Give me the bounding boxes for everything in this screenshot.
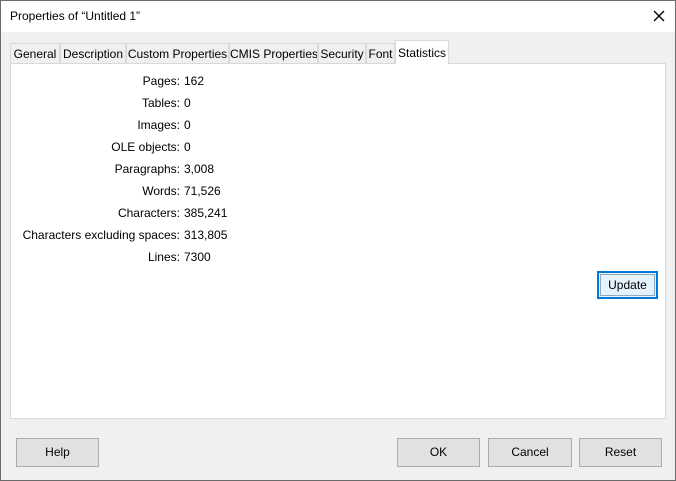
stat-label: Lines: bbox=[147, 250, 180, 264]
stat-label: Pages: bbox=[142, 74, 180, 88]
stat-label: Images: bbox=[137, 118, 180, 132]
tab-general[interactable]: General bbox=[10, 43, 60, 63]
stat-label: OLE objects: bbox=[111, 140, 180, 154]
statistics-panel: Pages: 162 Tables: 0 Images: 0 OLE objec… bbox=[10, 63, 666, 419]
stat-row-pages: Pages: 162 bbox=[11, 74, 311, 90]
tab-strip: General Description Custom Properties CM… bbox=[10, 40, 666, 64]
stat-row-characters-excluding-spaces: Characters excluding spaces: 313,805 bbox=[11, 228, 311, 244]
tab-cmis-properties[interactable]: CMIS Properties bbox=[229, 43, 318, 63]
title-bar: Properties of “Untitled 1” bbox=[1, 1, 675, 32]
help-button[interactable]: Help bbox=[16, 438, 99, 467]
stat-label: Paragraphs: bbox=[114, 162, 180, 176]
stat-row-images: Images: 0 bbox=[11, 118, 311, 134]
stat-label: Characters excluding spaces: bbox=[22, 228, 180, 242]
stat-value: 385,241 bbox=[184, 206, 228, 220]
stat-value: 0 bbox=[184, 140, 191, 154]
properties-dialog: Properties of “Untitled 1” General Descr… bbox=[0, 0, 676, 481]
stat-row-ole-objects: OLE objects: 0 bbox=[11, 140, 311, 156]
close-icon[interactable] bbox=[651, 8, 667, 24]
stat-value: 3,008 bbox=[184, 162, 215, 176]
stat-row-lines: Lines: 7300 bbox=[11, 250, 311, 266]
tab-description[interactable]: Description bbox=[60, 43, 126, 63]
cancel-button[interactable]: Cancel bbox=[488, 438, 572, 467]
window-title: Properties of “Untitled 1” bbox=[10, 9, 141, 23]
stat-value: 0 bbox=[184, 118, 191, 132]
stat-value: 7300 bbox=[184, 250, 211, 264]
tab-font[interactable]: Font bbox=[366, 43, 395, 63]
tab-security[interactable]: Security bbox=[318, 43, 366, 63]
stat-value: 71,526 bbox=[184, 184, 221, 198]
stat-row-tables: Tables: 0 bbox=[11, 96, 311, 112]
stat-value: 162 bbox=[184, 74, 205, 88]
stat-row-characters: Characters: 385,241 bbox=[11, 206, 311, 222]
stat-label: Characters: bbox=[117, 206, 180, 220]
reset-button[interactable]: Reset bbox=[579, 438, 662, 467]
stat-value: 0 bbox=[184, 96, 191, 110]
ok-button[interactable]: OK bbox=[397, 438, 480, 467]
tab-custom-properties[interactable]: Custom Properties bbox=[126, 43, 229, 63]
stat-label: Words: bbox=[142, 184, 180, 198]
update-button[interactable]: Update bbox=[597, 271, 658, 299]
stat-label: Tables: bbox=[141, 96, 180, 110]
stat-row-paragraphs: Paragraphs: 3,008 bbox=[11, 162, 311, 178]
stat-row-words: Words: 71,526 bbox=[11, 184, 311, 200]
tab-statistics[interactable]: Statistics bbox=[395, 40, 449, 64]
stat-value: 313,805 bbox=[184, 228, 228, 242]
